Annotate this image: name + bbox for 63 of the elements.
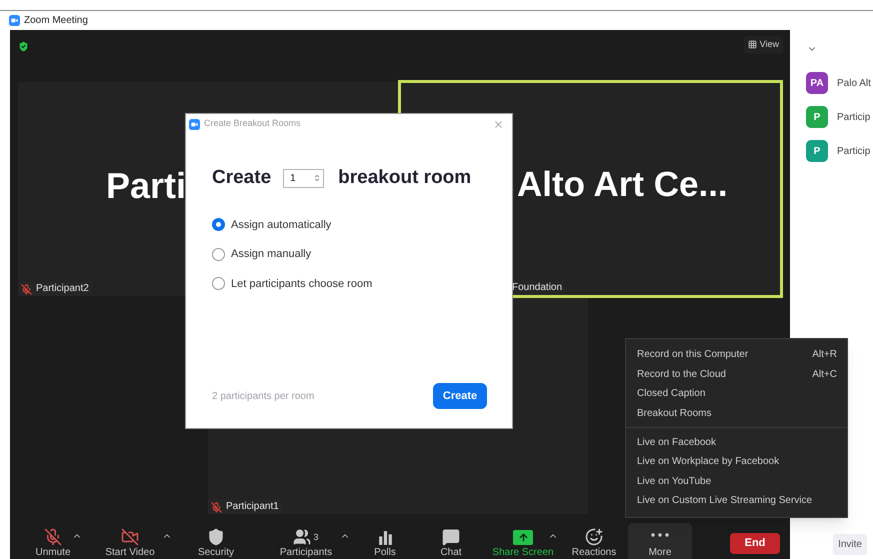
toolbar-button[interactable]: Unmute [20,523,86,559]
toolbar-button[interactable]: Polls [352,523,418,559]
close-icon [493,118,504,130]
participant-name: Foundation [512,282,562,294]
participant-name: Particip [837,144,870,158]
participant-count: 3 [313,532,318,542]
ellipsis-icon [651,533,669,537]
shortcut-text: Alt+R [812,348,837,362]
radio-option[interactable]: Assign automatically [212,216,512,233]
shield-check-icon [17,40,30,53]
toolbar-button[interactable]: Start Video [84,523,176,559]
shield-icon [207,528,225,546]
menu-item[interactable]: Breakout Rooms [626,404,847,424]
people-icon [293,528,312,546]
bar-chart-icon [376,528,394,546]
muted-mic-icon [21,284,32,294]
dialog-title: Create Breakout Rooms [204,117,301,130]
menu-item[interactable]: Record on this Computer Alt+R [626,345,847,365]
menu-item[interactable]: Closed Caption [626,384,847,404]
menu-item[interactable]: Record to the Cloud Alt+C [626,364,847,384]
window-title: Zoom Meeting [24,14,88,28]
room-count-spinner[interactable]: 1 [283,168,324,188]
participant-name: Particip [837,110,870,124]
display-name: Alto Art Ce... [517,166,728,202]
toolbar-button[interactable]: Chat [418,523,484,559]
heading-text: Create [212,166,272,190]
toolbar-button[interactable]: 3 Participants [258,523,354,559]
avatar: P [806,140,828,162]
spinner-value: 1 [290,172,296,186]
share-screen-icon [513,530,533,544]
view-button[interactable]: View [744,36,783,54]
create-button[interactable]: Create [433,383,487,409]
shortcut-text: Alt+C [812,368,837,382]
participant-name: Palo Alt [837,76,871,90]
toolbar-button[interactable]: Security [174,523,258,559]
display-name: Parti [106,168,186,204]
app-logo-icon [9,15,20,26]
toolbar-button[interactable]: Share Screen [484,523,562,559]
stepper-arrows-icon [313,173,322,184]
heading-text: breakout room [338,166,472,190]
toolbar-button[interactable]: More [628,523,692,559]
invite-button[interactable]: Invite [833,534,867,555]
radio-option[interactable]: Assign manually [212,246,512,262]
avatar: PA [806,72,828,94]
toolbar-button[interactable]: Reactions [560,523,628,559]
menu-item[interactable]: Live on YouTube [626,472,847,492]
grid-icon [748,40,757,50]
smiley-plus-icon [585,528,603,546]
radio-button[interactable] [212,277,225,290]
chat-bubble-icon [442,528,460,546]
radio-option[interactable]: Let participants choose room [212,276,512,292]
muted-mic-icon [211,502,222,512]
participant-name: Participant1 [226,501,279,513]
app-logo-icon [189,118,200,130]
end-button[interactable]: End [730,533,780,554]
menu-item[interactable]: Live on Custom Live Streaming Service [626,491,847,511]
participants-per-room: 2 participants per room [212,390,314,404]
menu-item[interactable]: Live on Facebook [626,432,847,452]
menu-item[interactable]: Live on Workplace by Facebook [626,452,847,472]
radio-button[interactable] [212,248,225,261]
radio-button[interactable] [212,218,225,232]
participant-name: Participant2 [36,283,89,295]
avatar: P [806,106,828,128]
